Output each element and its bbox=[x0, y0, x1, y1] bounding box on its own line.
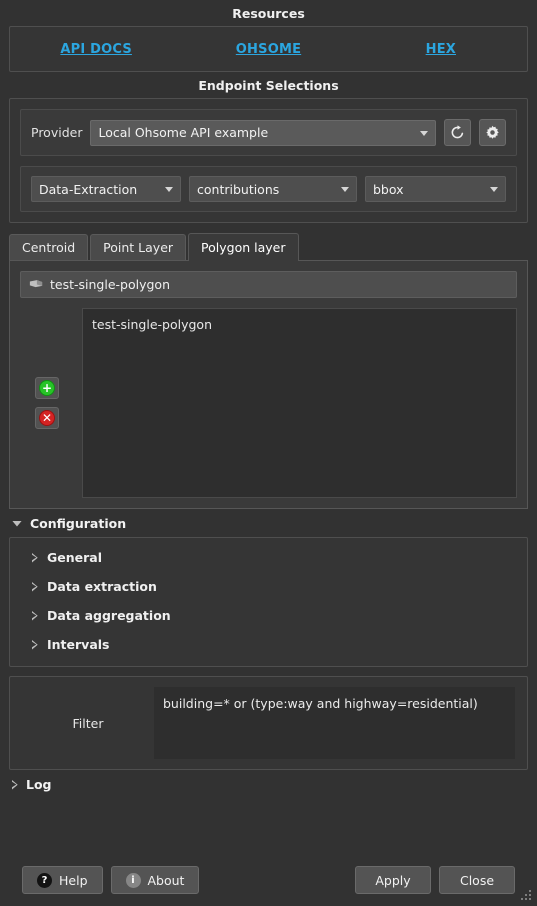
layer-tabs: Centroid Point Layer Polygon layer test-… bbox=[9, 232, 528, 509]
settings-button[interactable] bbox=[479, 119, 506, 146]
tab-point-layer[interactable]: Point Layer bbox=[90, 234, 187, 260]
question-mark-icon: ? bbox=[37, 872, 52, 888]
dialog-button-bar: ? Help i About Apply Close bbox=[0, 866, 537, 894]
chevron-down-icon bbox=[420, 130, 428, 136]
polygon-list[interactable]: test-single-polygon bbox=[82, 308, 517, 498]
api-docs-cell: API DOCS bbox=[10, 41, 182, 57]
chevron-down-icon bbox=[12, 521, 22, 527]
filter-label: Filter bbox=[72, 715, 104, 731]
configuration-header[interactable]: Configuration bbox=[0, 509, 537, 537]
log-header[interactable]: Log bbox=[0, 770, 537, 798]
config-section-general[interactable]: General bbox=[10, 543, 527, 572]
chevron-right-icon bbox=[32, 553, 38, 563]
tab-centroid-label: Centroid bbox=[22, 240, 76, 255]
ohsome-link[interactable]: OHSOME bbox=[236, 42, 301, 57]
info-icon: i bbox=[125, 872, 141, 888]
refresh-icon bbox=[451, 125, 464, 139]
ohsome-cell: OHSOME bbox=[182, 41, 354, 57]
tab-point-layer-label: Point Layer bbox=[103, 240, 174, 255]
polygon-layer-combo[interactable]: test-single-polygon bbox=[20, 271, 517, 298]
filter-input[interactable] bbox=[154, 687, 515, 759]
chevron-right-icon bbox=[32, 640, 38, 650]
endpoint-group: Provider Local Ohsome API example Data-E… bbox=[9, 98, 528, 223]
polygon-layer-icon bbox=[29, 280, 43, 288]
endpoint-resource-value: contributions bbox=[197, 181, 280, 197]
hex-cell: HEX bbox=[355, 41, 527, 57]
resize-grip[interactable] bbox=[519, 888, 533, 902]
endpoint-boundary-value: bbox bbox=[373, 181, 404, 197]
list-action-buttons: + ✕ bbox=[20, 308, 82, 498]
config-section-data-aggregation[interactable]: Data aggregation bbox=[10, 601, 527, 630]
provider-combo-value: Local Ohsome API example bbox=[98, 125, 269, 140]
chevron-down-icon bbox=[490, 187, 498, 192]
chevron-right-icon bbox=[12, 780, 18, 790]
chevron-down-icon bbox=[341, 187, 349, 192]
close-button[interactable]: Close bbox=[439, 866, 515, 894]
help-button[interactable]: ? Help bbox=[22, 866, 103, 894]
config-section-intervals-label: Intervals bbox=[47, 637, 110, 652]
endpoint-type-value: Data-Extraction bbox=[39, 181, 138, 197]
tab-polygon-layer-label: Polygon layer bbox=[201, 240, 286, 255]
remove-polygon-button[interactable]: ✕ bbox=[35, 407, 59, 429]
apply-button-label: Apply bbox=[375, 872, 411, 888]
config-section-data-extraction[interactable]: Data extraction bbox=[10, 572, 527, 601]
provider-combo[interactable]: Local Ohsome API example bbox=[90, 119, 436, 146]
chevron-down-icon bbox=[165, 187, 173, 192]
api-docs-link[interactable]: API DOCS bbox=[60, 42, 132, 57]
endpoint-selectors-row: Data-Extraction contributions bbox bbox=[20, 166, 517, 212]
apply-button[interactable]: Apply bbox=[355, 866, 431, 894]
tab-polygon-layer[interactable]: Polygon layer bbox=[188, 233, 299, 261]
endpoint-title: Endpoint Selections bbox=[198, 78, 339, 93]
help-button-label: Help bbox=[59, 872, 88, 888]
resources-group: API DOCS OHSOME HEX bbox=[9, 26, 528, 72]
tab-centroid[interactable]: Centroid bbox=[9, 234, 89, 260]
polygon-list-area: + ✕ test-single-polygon bbox=[20, 308, 517, 498]
config-section-data-aggregation-label: Data aggregation bbox=[47, 608, 171, 623]
resources-title: Resources bbox=[232, 6, 305, 21]
config-section-data-extraction-label: Data extraction bbox=[47, 579, 157, 594]
endpoint-type-combo[interactable]: Data-Extraction bbox=[31, 176, 181, 202]
configuration-group: General Data extraction Data aggregation… bbox=[9, 537, 528, 667]
polygon-layer-value: test-single-polygon bbox=[50, 277, 170, 292]
chevron-right-icon bbox=[32, 611, 38, 621]
about-button[interactable]: i About bbox=[110, 866, 200, 894]
list-item[interactable]: test-single-polygon bbox=[92, 316, 507, 333]
chevron-right-icon bbox=[32, 582, 38, 592]
gear-icon bbox=[486, 125, 499, 139]
about-button-label: About bbox=[147, 872, 185, 888]
config-section-intervals[interactable]: Intervals bbox=[10, 630, 527, 659]
endpoint-resource-combo[interactable]: contributions bbox=[189, 176, 357, 202]
close-button-label: Close bbox=[459, 872, 495, 888]
hex-link[interactable]: HEX bbox=[426, 42, 456, 57]
tab-bar: Centroid Point Layer Polygon layer bbox=[9, 232, 528, 261]
filter-group: Filter bbox=[9, 676, 528, 770]
refresh-button[interactable] bbox=[444, 119, 471, 146]
plus-icon: + bbox=[39, 380, 55, 396]
polygon-layer-pane: test-single-polygon + ✕ test-single-poly… bbox=[9, 260, 528, 509]
configuration-title: Configuration bbox=[30, 516, 127, 531]
add-polygon-button[interactable]: + bbox=[35, 377, 59, 399]
close-icon: ✕ bbox=[39, 410, 55, 426]
provider-label: Provider bbox=[31, 125, 83, 140]
config-section-general-label: General bbox=[47, 550, 102, 565]
provider-row: Provider Local Ohsome API example bbox=[20, 109, 517, 156]
endpoint-boundary-combo[interactable]: bbox bbox=[365, 176, 506, 202]
log-title: Log bbox=[26, 777, 52, 792]
